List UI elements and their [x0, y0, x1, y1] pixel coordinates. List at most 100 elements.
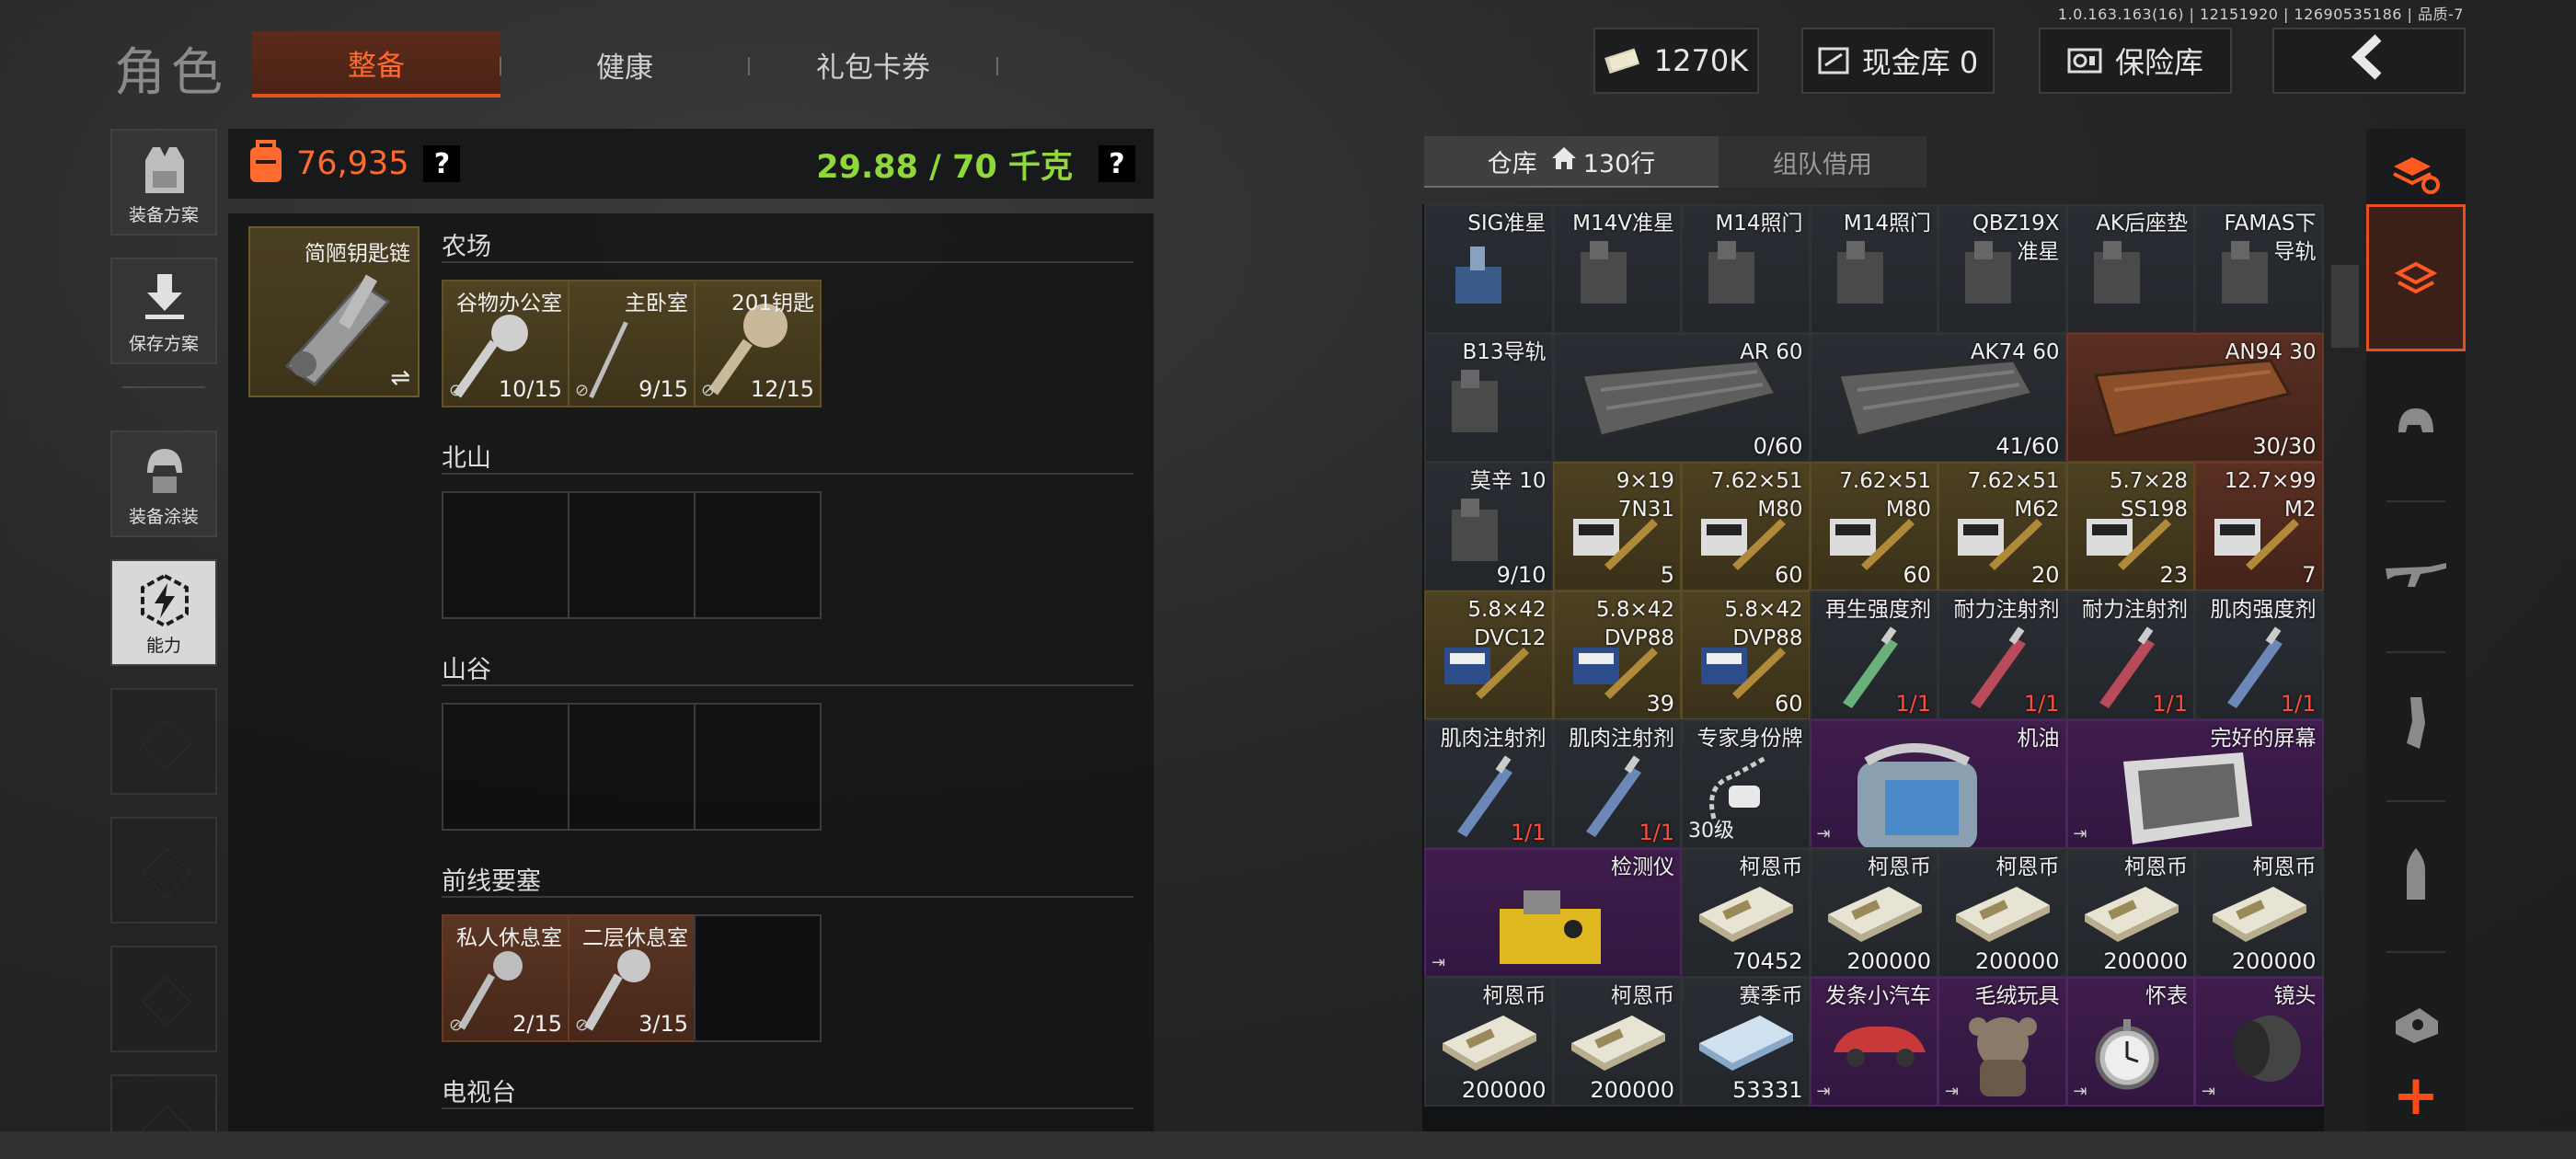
- item-image: [2081, 234, 2164, 320]
- item-count: 0/60: [1753, 433, 1803, 459]
- inventory-item[interactable]: M14照门: [1809, 204, 1938, 334]
- item-count: 7: [2302, 562, 2317, 588]
- inventory-item[interactable]: AN94 30 30/30: [2065, 333, 2324, 463]
- item-image: [1444, 872, 1628, 976]
- item-name: 机油: [2017, 727, 2060, 751]
- inventory-item[interactable]: AK后座垫: [2065, 204, 2195, 334]
- inventory-item[interactable]: B13导轨: [1424, 333, 1554, 463]
- inventory-item[interactable]: QBZ19X 准星: [1938, 204, 2067, 334]
- inventory-item[interactable]: 发条小汽车 ⇥: [1809, 977, 1938, 1107]
- bottom-bar: [0, 1131, 2576, 1159]
- version-label: 1.0.163.163(16) | 12151920 | 12690535186…: [2057, 6, 2464, 23]
- inventory-item[interactable]: 赛季币 53331: [1681, 977, 1811, 1107]
- back-button[interactable]: [2272, 28, 2466, 94]
- category-weapon[interactable]: [2366, 528, 2466, 620]
- extract-icon: ⇥: [1816, 824, 1831, 843]
- inventory-item[interactable]: FAMAS下 导轨: [2194, 204, 2324, 334]
- category-all[interactable]: [2366, 204, 2466, 351]
- key-slot[interactable]: 谷物办公室 ⊘ 10/15: [442, 280, 569, 407]
- inventory-item[interactable]: 怀表 ⇥: [2065, 977, 2195, 1107]
- inventory-item[interactable]: M14照门: [1681, 204, 1811, 334]
- inventory-item[interactable]: 7.62×51 M80 60: [1809, 462, 1938, 591]
- inventory-item[interactable]: 检测仪 ⇥: [1424, 848, 1682, 978]
- inventory-item[interactable]: 7.62×51 M62 20: [1938, 462, 2067, 591]
- category-helmet[interactable]: [2366, 377, 2466, 469]
- inventory-item[interactable]: AK74 60 41/60: [1809, 333, 2067, 463]
- inventory-item[interactable]: 毛绒玩具 ⇥: [1938, 977, 2067, 1107]
- inventory-item[interactable]: 柯恩币 200000: [1424, 977, 1554, 1107]
- inventory-item[interactable]: 柯恩币 200000: [2194, 848, 2324, 978]
- tab-team-borrow[interactable]: 组队借用: [1719, 136, 1926, 188]
- item-image: [1824, 234, 1907, 320]
- add-button[interactable]: +: [2366, 1060, 2466, 1131]
- inventory-item[interactable]: 柯恩币 200000: [1809, 848, 1938, 978]
- inventory-item[interactable]: 耐力注射剂 1/1: [2065, 591, 2195, 720]
- tab-health[interactable]: 健康: [500, 31, 750, 98]
- inventory-item[interactable]: 肌肉强度剂 1/1: [2194, 591, 2324, 720]
- inventory-item[interactable]: 完好的屏幕 ⇥: [2065, 719, 2324, 849]
- tab-equip[interactable]: 整备: [252, 31, 501, 98]
- category-magazine[interactable]: [2366, 677, 2466, 769]
- inventory-item[interactable]: 莫辛 10 9/10: [1424, 462, 1554, 591]
- inventory-item[interactable]: 肌肉注射剂 1/1: [1424, 719, 1554, 849]
- inventory-item[interactable]: M14V准星: [1552, 204, 1682, 334]
- key-slot[interactable]: 201钥匙 ⊘ 12/15: [694, 280, 822, 407]
- equip-skin-button[interactable]: 装备涂装: [110, 430, 217, 537]
- inventory-item[interactable]: 柯恩币 200000: [1938, 848, 2067, 978]
- weight-display: 29.88 / 70 千克: [816, 148, 1073, 186]
- empty-key-slot[interactable]: [442, 491, 569, 619]
- loadout-plan-button[interactable]: 装备方案: [110, 129, 217, 235]
- inventory-item[interactable]: 柯恩币 200000: [2065, 848, 2195, 978]
- key-slot[interactable]: 二层休息室 ⊘ 3/15: [568, 914, 696, 1042]
- tab-warehouse[interactable]: 仓库 130行: [1424, 136, 1719, 188]
- empty-key-slot[interactable]: [568, 491, 696, 619]
- vault-icon: [1818, 47, 1849, 75]
- inventory-item[interactable]: 柯恩币 200000: [1552, 977, 1682, 1107]
- inventory-item[interactable]: 5.8×42 DVP88 60: [1681, 591, 1811, 720]
- inventory-item[interactable]: 耐力注射剂 1/1: [1938, 591, 2067, 720]
- empty-key-slot[interactable]: [442, 703, 569, 831]
- tab-gifts[interactable]: 礼包卡券: [749, 31, 998, 98]
- category-attachment[interactable]: [2366, 979, 2466, 1071]
- category-ammo[interactable]: [2366, 828, 2466, 920]
- backpack-icon: [247, 140, 285, 188]
- inventory-item[interactable]: 肌肉注射剂 1/1: [1552, 719, 1682, 849]
- section-title: 山谷: [442, 649, 1133, 686]
- key-slot[interactable]: 私人休息室 ⊘ 2/15: [442, 914, 569, 1042]
- item-name: 毛绒玩具: [1974, 984, 2060, 1008]
- inventory-item[interactable]: 5.7×28 SS198 23: [2065, 462, 2195, 591]
- extract-icon: ⇥: [1945, 1082, 1960, 1101]
- inventory-item[interactable]: AR 60 0/60: [1552, 333, 1811, 463]
- ability-button[interactable]: 能力: [110, 559, 217, 666]
- inventory-item[interactable]: 12.7×99 M2 7: [2194, 462, 2324, 591]
- item-name: 7.62×51 M80: [1710, 469, 1803, 522]
- inventory-item[interactable]: 柯恩币 70452: [1681, 848, 1811, 978]
- inventory-item[interactable]: 5.8×42 DVP88 39: [1552, 591, 1682, 720]
- inventory-item[interactable]: SIG准星: [1424, 204, 1554, 334]
- swap-icon[interactable]: ⇌: [390, 364, 410, 392]
- grid-scrollbar[interactable]: [2331, 265, 2359, 348]
- layers-icon: [2394, 261, 2438, 294]
- inventory-item[interactable]: 9×19 7N31 5: [1552, 462, 1682, 591]
- insurance-button[interactable]: 保险库: [2039, 28, 2232, 94]
- save-plan-button[interactable]: 保存方案: [110, 258, 217, 364]
- key-uses: 10/15: [498, 376, 562, 402]
- inventory-item[interactable]: 7.62×51 M80 60: [1681, 462, 1811, 591]
- key-slot[interactable]: 主卧室 ⊘ 9/15: [568, 280, 696, 407]
- inventory-item[interactable]: 5.8×42 DVC12: [1424, 591, 1554, 720]
- empty-key-slot[interactable]: [694, 703, 822, 831]
- cash-vault-button[interactable]: 现金库 0: [1801, 28, 1995, 94]
- inventory-item[interactable]: 再生强度剂 1/1: [1809, 591, 1938, 720]
- empty-key-slot[interactable]: [694, 914, 822, 1042]
- empty-key-slot[interactable]: [568, 703, 696, 831]
- helmet-icon: [2398, 408, 2433, 432]
- inventory-item[interactable]: 镜头 ⇥: [2194, 977, 2324, 1107]
- money-display[interactable]: 1270K: [1593, 28, 1759, 94]
- weight-help-button[interactable]: ?: [1098, 145, 1135, 182]
- empty-key-slot[interactable]: [694, 491, 822, 619]
- value-help-button[interactable]: ?: [423, 145, 461, 182]
- inventory-item[interactable]: 专家身份牌 30级: [1681, 719, 1811, 849]
- inventory-item[interactable]: 机油 ⇥: [1809, 719, 2067, 849]
- page-title: 角色: [114, 43, 228, 103]
- keychain-item[interactable]: 简陋钥匙链 ⇌: [248, 226, 420, 397]
